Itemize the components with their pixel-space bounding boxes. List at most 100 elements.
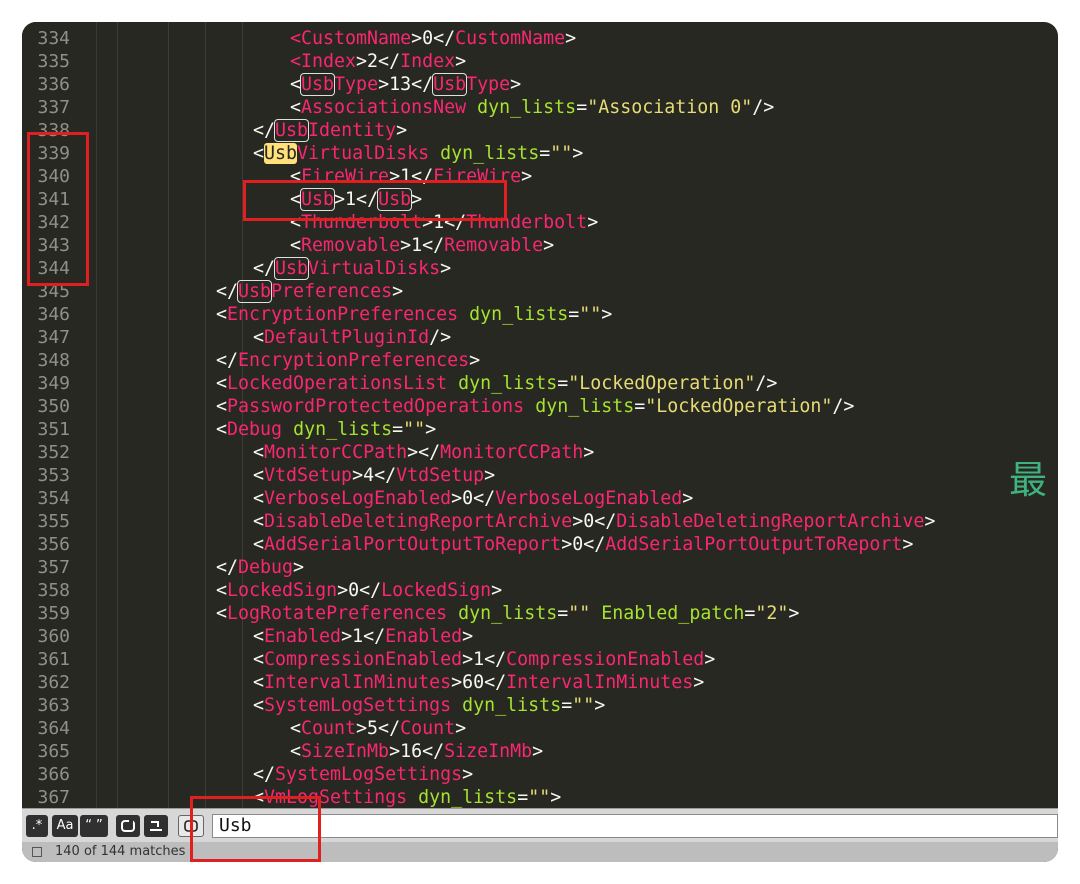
code-line[interactable]: <SystemLogSettings dyn_lists=""> [253,694,605,717]
code-token: AssociationsNew [301,97,467,118]
code-line[interactable]: <AssociationsNew dyn_lists="Association … [290,96,774,119]
code-line[interactable]: <AddSerialPortOutputToReport>0</AddSeria… [253,533,913,556]
code-token: < [216,580,228,601]
code-area[interactable]: <CustomName>0</CustomName> <Index>2</Inde… [22,22,1058,808]
code-token: "" [550,143,573,164]
code-token: >0</ [561,534,606,555]
code-line[interactable]: <UsbType>13</UsbType> [290,73,521,96]
code-token: Type [334,74,379,95]
code-token: < [253,672,265,693]
code-token: EncryptionPreferences [238,350,470,371]
code-line[interactable]: <DisableDeletingReportArchive>0</Disable… [253,510,935,533]
code-token: > [532,741,544,762]
wrap-toggle-button[interactable] [116,815,140,837]
code-line[interactable]: <LockedSign>0</LockedSign> [216,579,502,602]
code-token: Debug [227,419,283,440]
code-line[interactable]: <Removable>1</Removable> [290,234,554,257]
code-token: dyn_lists [440,143,540,164]
code-token: < [216,603,228,624]
code-token: Enabled_patch [601,603,745,624]
code-token: SystemLogSettings [264,695,452,716]
code-token: >13</ [378,74,434,95]
case-sensitive-toggle-button[interactable]: Aa [52,815,78,837]
code-token: Removable [301,235,401,256]
code-token: "" [403,419,426,440]
regex-toggle-button[interactable]: .* [26,815,48,837]
code-token: > [902,534,914,555]
code-line[interactable]: <CustomName>0</CustomName> [290,27,576,50]
code-line[interactable]: <SizeInMb>16</SizeInMb> [290,740,543,763]
code-token: = [392,419,404,440]
code-line[interactable]: </EncryptionPreferences> [216,349,480,372]
code-token: >16</ [389,741,445,762]
code-token: > [550,787,562,808]
search-input[interactable]: Usb [212,814,1058,838]
code-line[interactable]: <Count>5</Count> [290,717,466,740]
code-token: Removable [444,235,544,256]
code-line[interactable]: <VtdSetup>4</VtdSetup> [253,464,495,487]
code-token: > [521,166,533,187]
code-line[interactable]: <UsbVirtualDisks dyn_lists=""> [253,142,583,165]
code-token: </ [253,258,276,279]
code-line[interactable]: <LogRotatePreferences dyn_lists="" Enabl… [216,602,799,625]
code-token: EncryptionPreferences [227,304,459,325]
code-line[interactable]: <Enabled>1</Enabled> [253,625,473,648]
code-token: >60</ [451,672,507,693]
code-token: >5</ [356,718,401,739]
code-token: Index [400,51,456,72]
code-token: < [253,626,265,647]
code-line[interactable]: </SystemLogSettings> [253,763,473,786]
code-line[interactable]: <LockedOperationsList dyn_lists="LockedO… [216,372,777,395]
code-token: VirtualDisks [308,258,441,279]
code-line[interactable]: <CompressionEnabled>1</CompressionEnable… [253,648,715,671]
code-line[interactable]: <EncryptionPreferences dyn_lists=""> [216,303,612,326]
code-token: /> [429,327,452,348]
code-token: "LockedOperation" [568,373,756,394]
code-token: > [425,419,437,440]
indent-guide [168,22,169,808]
code-token: > [693,672,705,693]
code-token: dyn_lists [293,419,393,440]
code-token: </ [253,764,276,785]
in-selection-toggle-button[interactable] [144,815,168,837]
code-line[interactable]: <VerboseLogEnabled>0</VerboseLogEnabled> [253,487,693,510]
code-token: LockedSign [227,580,338,601]
code-line[interactable]: </UsbPreferences> [216,280,403,303]
code-token: dyn_lists [458,373,558,394]
code-token: < [216,396,228,417]
code-line[interactable]: <IntervalInMinutes>60</IntervalInMinutes… [253,671,704,694]
code-line[interactable]: </UsbVirtualDisks> [253,257,451,280]
code-token: Preferences [271,281,393,302]
search-match: Usb [432,73,468,96]
code-token: PasswordProtectedOperations [227,396,525,417]
code-line[interactable]: <MonitorCCPath></MonitorCCPath> [253,441,594,464]
code-token: > [788,603,800,624]
code-line[interactable]: <PasswordProtectedOperations dyn_lists="… [216,395,854,418]
code-token: AddSerialPortOutputToReport [264,534,562,555]
code-line[interactable]: <Debug dyn_lists=""> [216,418,436,441]
status-checkbox[interactable] [32,847,42,857]
code-token: > [440,258,452,279]
code-token: < [253,695,265,716]
code-line[interactable]: <Index>2</Index> [290,50,466,73]
code-token: dyn_lists [462,695,562,716]
code-line[interactable]: <DefaultPluginId/> [253,326,451,349]
code-token: >1</ [341,626,386,647]
code-token: > [594,695,606,716]
code-token: DisableDeletingReportArchive [616,511,925,532]
whole-word-toggle-button[interactable]: “ ” [80,815,108,837]
code-line[interactable]: </Debug> [216,556,304,579]
code-line[interactable]: </UsbIdentity> [253,119,407,142]
code-token: < [290,97,302,118]
code-token: < [253,143,265,164]
code-token: "Association 0" [587,97,753,118]
code-token: >1</ [462,649,507,670]
code-token: > [583,442,595,463]
code-token: /> [832,396,855,417]
indent-guide [205,22,206,808]
code-token: SizeInMb [301,741,390,762]
